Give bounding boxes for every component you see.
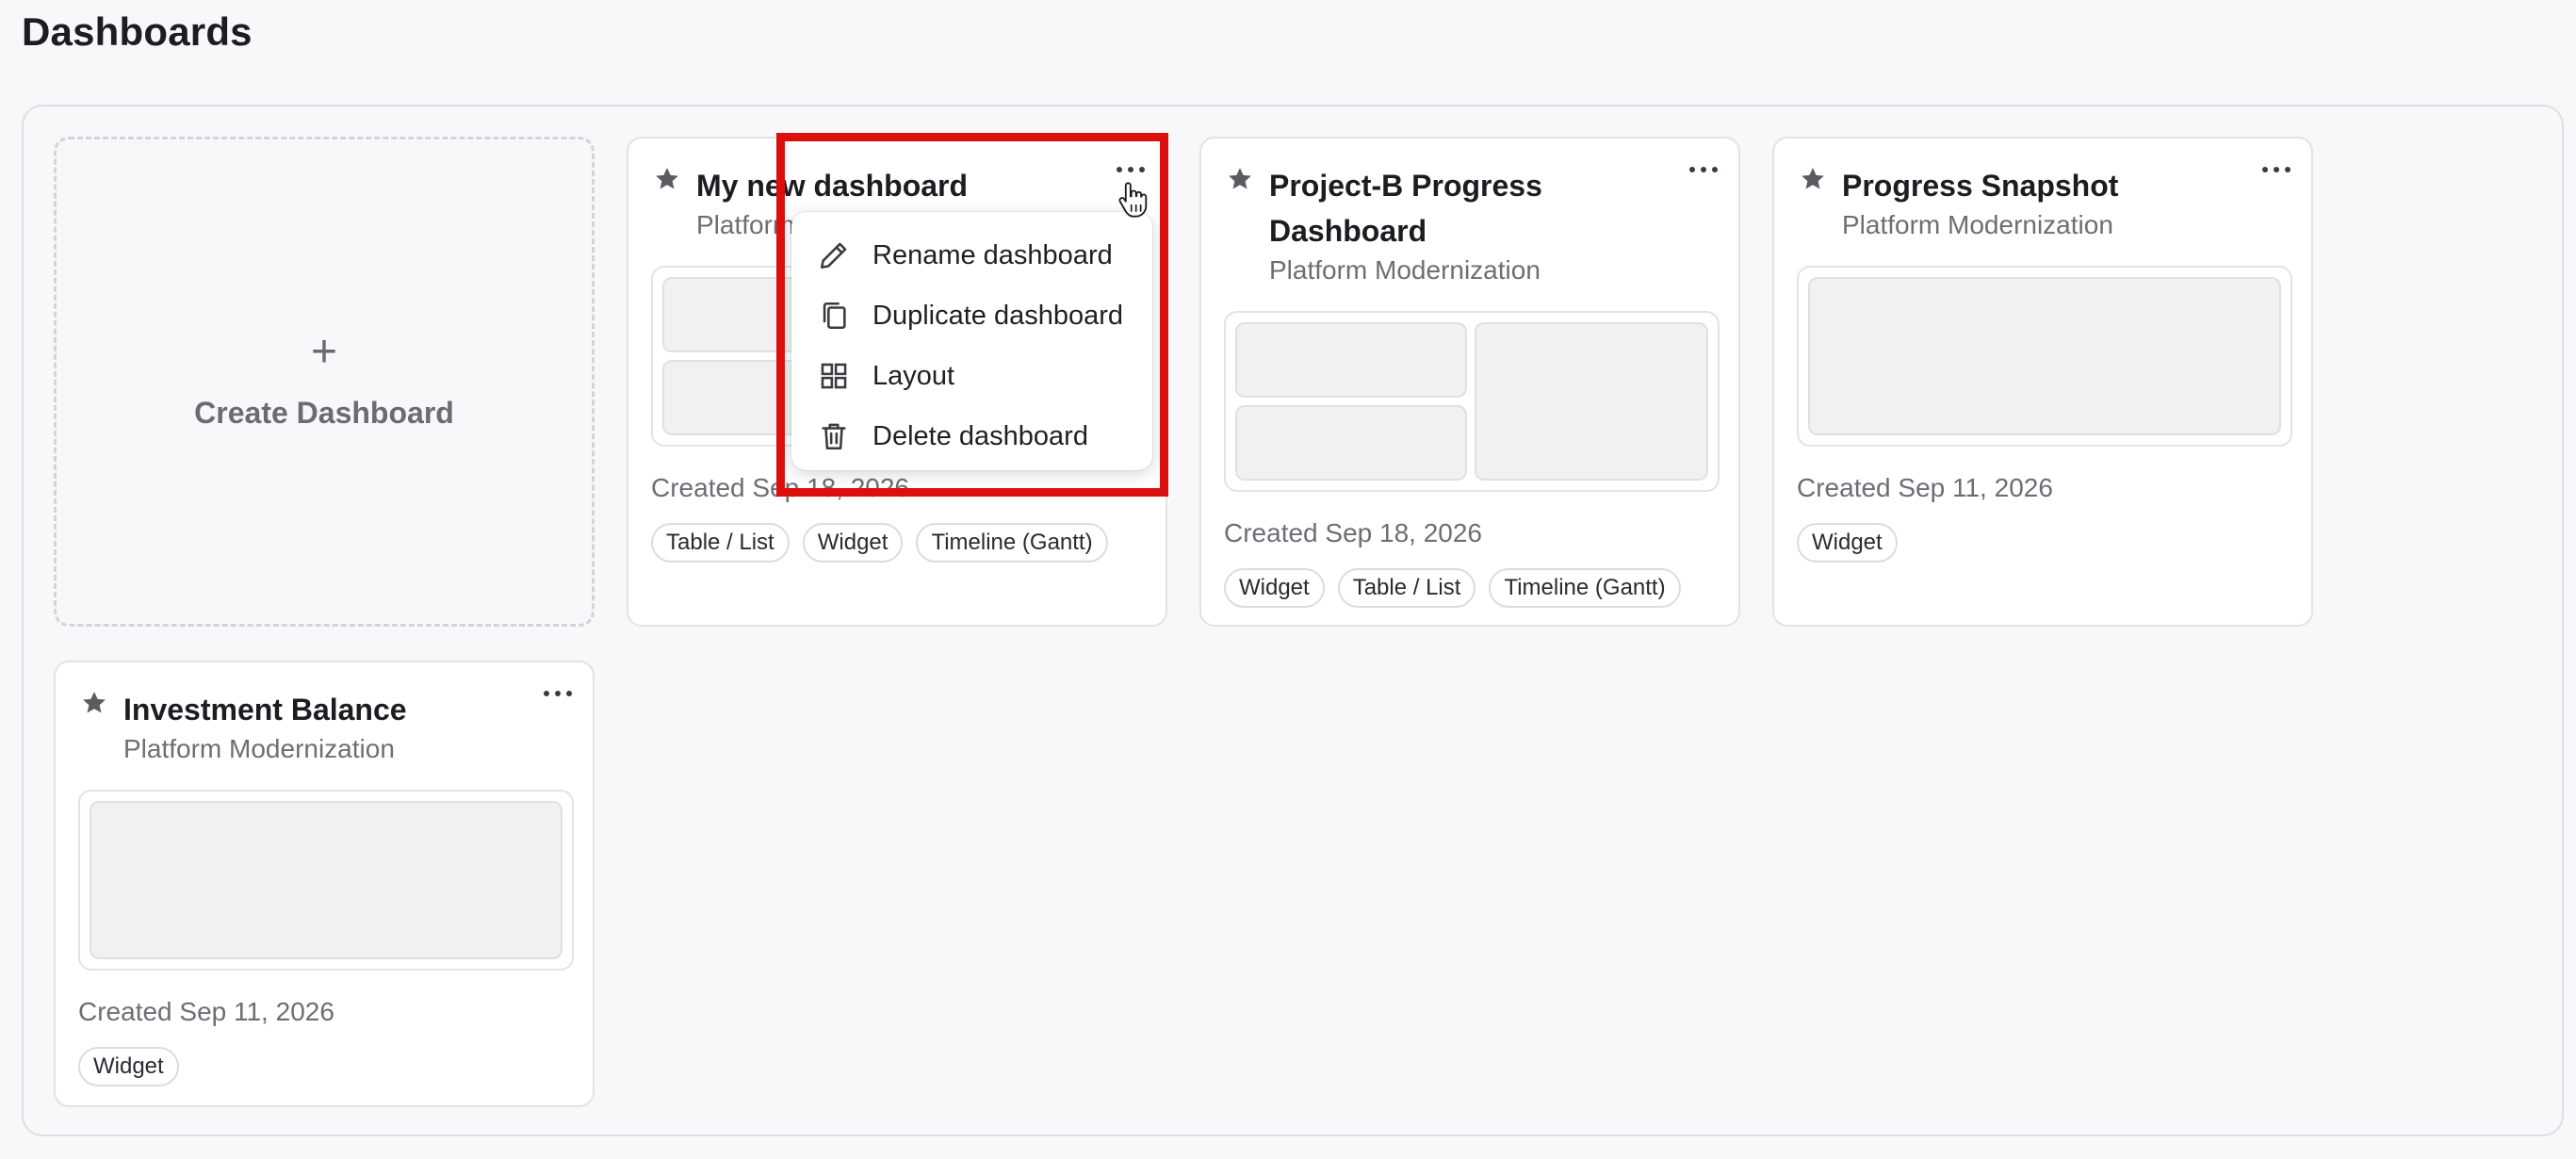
create-dashboard-card[interactable]: + Create Dashboard xyxy=(54,137,595,627)
card-title[interactable]: My new dashboard xyxy=(696,163,968,208)
tag: Table / List xyxy=(1337,568,1476,608)
created-date: Created Sep 11, 2026 xyxy=(78,997,334,1026)
trash-icon xyxy=(822,423,846,450)
plus-icon: + xyxy=(310,326,338,377)
preview-tile xyxy=(90,801,562,959)
card-title[interactable]: Project-B Progress Dashboard xyxy=(1269,163,1542,253)
preview-tile xyxy=(1235,405,1467,481)
card-title-line: Project-B Progress xyxy=(1269,169,1542,203)
tag-list: Widget xyxy=(78,1047,179,1086)
preview-tile xyxy=(1808,277,2281,435)
menu-item-label: Duplicate dashboard xyxy=(872,300,1124,331)
star-icon[interactable] xyxy=(653,165,681,193)
copy-icon xyxy=(823,302,846,330)
menu-item-rename[interactable]: Rename dashboard xyxy=(791,225,1152,286)
tag: Timeline (Gantt) xyxy=(916,523,1108,563)
card-title[interactable]: Progress Snapshot xyxy=(1842,163,2118,208)
tag-list: Widget xyxy=(1797,523,1898,563)
card-project: Platform Modernization xyxy=(1842,210,2113,239)
tag-list: Widget Table / List Timeline (Gantt) xyxy=(1224,568,1681,608)
dashboard-context-menu: Rename dashboard Duplicate dashboard Lay… xyxy=(791,212,1152,470)
tag: Table / List xyxy=(651,523,790,563)
create-dashboard-label: Create Dashboard xyxy=(194,395,454,430)
preview-tile xyxy=(1475,322,1708,481)
star-icon[interactable] xyxy=(80,689,108,717)
more-options-icon[interactable] xyxy=(1117,167,1145,178)
card-title-line: Dashboard xyxy=(1269,214,1427,248)
tag: Widget xyxy=(802,523,904,563)
card-project: Platform Modernization xyxy=(123,734,395,763)
dashboard-preview xyxy=(1224,311,1720,492)
menu-item-label: Delete dashboard xyxy=(872,420,1088,451)
menu-item-label: Layout xyxy=(872,360,955,391)
created-date: Created Sep 18, 2026 xyxy=(651,473,909,502)
tag-list: Table / List Widget Timeline (Gantt) xyxy=(651,523,1108,563)
star-icon[interactable] xyxy=(1799,165,1827,193)
card-project: Platform Modernization xyxy=(1269,255,1541,285)
star-icon[interactable] xyxy=(1226,165,1254,193)
tag: Widget xyxy=(1224,568,1325,608)
tag: Widget xyxy=(78,1047,179,1086)
pencil-icon xyxy=(820,242,847,269)
dashboard-card-investment-balance[interactable]: Investment Balance Platform Modernizatio… xyxy=(54,661,595,1107)
tag: Timeline (Gantt) xyxy=(1489,568,1681,608)
grid-icon xyxy=(821,363,847,389)
dashboard-card-progress-snapshot[interactable]: Progress Snapshot Platform Modernization… xyxy=(1772,137,2313,627)
preview-tile xyxy=(1235,322,1467,398)
dashboard-preview xyxy=(1797,266,2292,447)
menu-item-layout[interactable]: Layout xyxy=(791,346,1152,406)
card-title[interactable]: Investment Balance xyxy=(123,687,407,732)
more-options-icon[interactable] xyxy=(544,691,572,702)
created-date: Created Sep 18, 2026 xyxy=(1224,518,1482,547)
created-date: Created Sep 11, 2026 xyxy=(1797,473,2053,502)
menu-item-duplicate[interactable]: Duplicate dashboard xyxy=(791,286,1152,346)
dashboard-preview xyxy=(78,790,574,971)
page-title: Dashboards xyxy=(22,9,253,54)
menu-item-label: Rename dashboard xyxy=(872,239,1113,270)
more-options-icon[interactable] xyxy=(1689,167,1718,178)
tag: Widget xyxy=(1797,523,1898,563)
more-options-icon[interactable] xyxy=(2262,167,2291,178)
hand-cursor-icon xyxy=(1118,182,1148,218)
dashboard-card-project-b-progress[interactable]: Project-B Progress Dashboard Platform Mo… xyxy=(1199,137,1740,627)
menu-item-delete[interactable]: Delete dashboard xyxy=(791,406,1152,466)
